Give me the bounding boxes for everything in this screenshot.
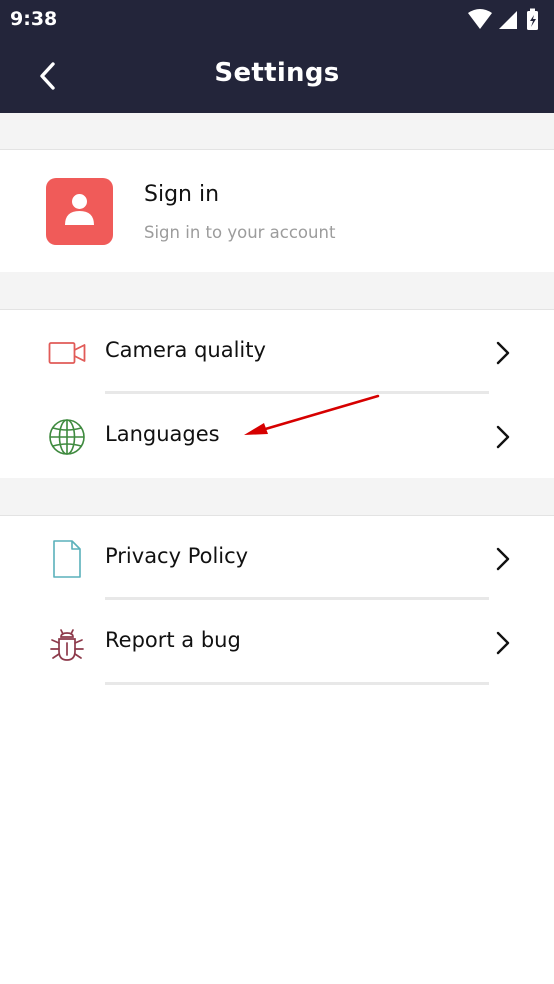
section-gap (0, 272, 554, 310)
privacy-policy-label: Privacy Policy (105, 544, 249, 568)
chevron-right-icon (496, 547, 510, 571)
report-bug-label: Report a bug (105, 628, 241, 652)
status-bar: 9:38 (0, 0, 554, 38)
signin-title: Sign in (144, 182, 220, 207)
app-bar: Settings (0, 38, 554, 113)
media-settings-section: Camera quality Languages (0, 310, 554, 478)
signal-icon (499, 11, 517, 29)
avatar (46, 178, 113, 245)
status-time: 9:38 (10, 8, 58, 30)
document-icon (53, 540, 81, 578)
wifi-icon (468, 9, 492, 29)
camera-quality-item[interactable]: Camera quality (0, 310, 554, 394)
status-icons (466, 8, 546, 30)
account-section[interactable]: Sign in Sign in to your account (0, 150, 554, 272)
report-bug-item[interactable]: Report a bug (0, 600, 554, 684)
chevron-right-icon (496, 341, 510, 365)
languages-label: Languages (105, 422, 220, 446)
video-camera-icon (48, 342, 86, 364)
chevron-right-icon (496, 425, 510, 449)
camera-quality-label: Camera quality (105, 338, 266, 362)
globe-icon (49, 419, 85, 455)
signin-subtitle: Sign in to your account (144, 223, 336, 242)
privacy-policy-item[interactable]: Privacy Policy (0, 516, 554, 600)
section-gap (0, 113, 554, 150)
section-gap (0, 478, 554, 516)
divider (105, 682, 489, 685)
chevron-right-icon (496, 631, 510, 655)
battery-icon (527, 8, 538, 30)
page-title: Settings (214, 58, 340, 88)
support-section: Privacy Policy Report a bug (0, 516, 554, 696)
languages-item[interactable]: Languages (0, 394, 554, 478)
bug-icon (50, 629, 84, 661)
person-icon (65, 194, 94, 225)
